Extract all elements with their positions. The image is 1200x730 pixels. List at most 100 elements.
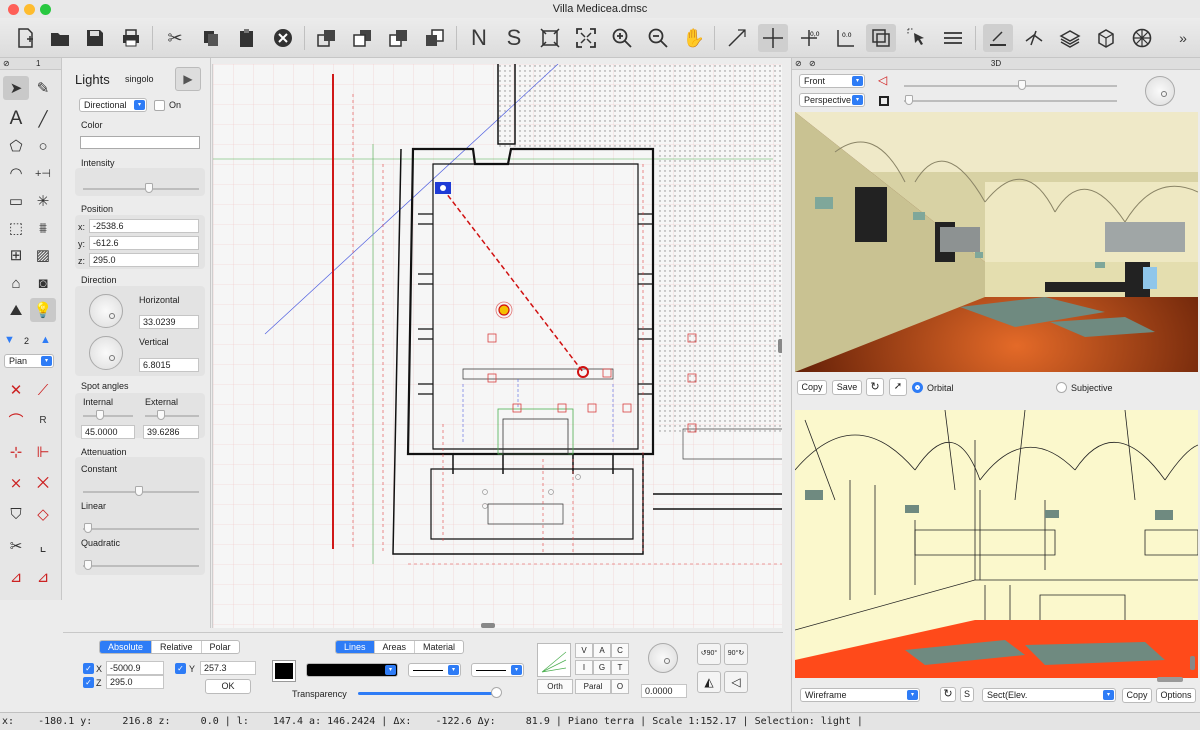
- zoom-extents-icon[interactable]: [571, 24, 601, 52]
- fov-knob[interactable]: [1145, 76, 1175, 106]
- plan-vscroll-thumb[interactable]: [778, 339, 782, 353]
- horizontal-field[interactable]: 33.0239: [139, 315, 199, 329]
- save-icon[interactable]: [80, 24, 110, 52]
- plane-tilt-icon[interactable]: [1019, 24, 1049, 52]
- rotation-knob[interactable]: [648, 643, 678, 673]
- open-folder-icon[interactable]: [45, 24, 75, 52]
- tab-relative[interactable]: Relative: [152, 641, 202, 653]
- mirror-tool-icon[interactable]: ⊿: [30, 565, 56, 589]
- sofa-tool-icon[interactable]: ⌂: [3, 271, 29, 295]
- intensity-slider[interactable]: [83, 188, 199, 190]
- cut-icon[interactable]: ✂: [160, 24, 190, 52]
- y-field[interactable]: 257.3: [200, 661, 256, 675]
- render-mode-select[interactable]: Wireframe ▾: [800, 688, 920, 702]
- plan-hscroll-thumb[interactable]: [481, 623, 495, 628]
- vertical-knob[interactable]: [89, 336, 123, 370]
- 3d-hscroll-thumb[interactable]: [1157, 677, 1183, 682]
- zoom-fit-icon[interactable]: [535, 24, 565, 52]
- north-button[interactable]: N: [464, 24, 494, 52]
- internal-thumb[interactable]: [96, 410, 104, 420]
- point-tool-icon[interactable]: ⨯: [3, 471, 29, 495]
- subjective-radio[interactable]: [1056, 382, 1067, 393]
- 3d-vscroll-thumb[interactable]: [1190, 656, 1195, 670]
- pencil-tool-icon[interactable]: ✎: [30, 76, 56, 100]
- south-button[interactable]: S: [499, 24, 529, 52]
- box-display-icon[interactable]: [879, 96, 889, 106]
- i-button[interactable]: I: [575, 660, 593, 675]
- send-back-icon[interactable]: [348, 24, 378, 52]
- options-button[interactable]: Options: [1156, 688, 1196, 703]
- layers-icon[interactable]: [938, 24, 968, 52]
- new-file-icon[interactable]: [10, 24, 40, 52]
- wireframe-view[interactable]: [795, 410, 1198, 678]
- toolbar-overflow-icon[interactable]: »: [1168, 24, 1198, 52]
- fillet-tool-icon[interactable]: ⌒: [3, 408, 29, 432]
- origin-icon[interactable]: 0,0: [794, 24, 824, 52]
- vertical-field[interactable]: 6.8015: [139, 358, 199, 372]
- zoom-window-button[interactable]: [40, 4, 51, 15]
- corner-tool-icon[interactable]: ⌞: [30, 534, 56, 558]
- circle-tool-icon[interactable]: ○: [30, 134, 56, 158]
- tab-absolute[interactable]: Absolute: [100, 641, 153, 653]
- dimension-tool-icon[interactable]: +⊣: [30, 161, 56, 185]
- bring-front-icon[interactable]: [312, 24, 342, 52]
- pos-x-field[interactable]: -2538.6: [89, 219, 199, 233]
- trim-tool-icon[interactable]: ✕: [3, 378, 29, 402]
- crosshair-icon[interactable]: [758, 24, 788, 52]
- line-icon[interactable]: [722, 24, 752, 52]
- ok-button[interactable]: OK: [205, 679, 251, 694]
- tab-material[interactable]: Material: [415, 641, 463, 653]
- projection-select[interactable]: Perspective ▾: [799, 93, 865, 107]
- hatch-preview[interactable]: [537, 643, 571, 677]
- flip-horizontal-icon[interactable]: ◭: [697, 671, 721, 693]
- copy-wire-button[interactable]: Copy: [1122, 688, 1152, 703]
- g-button[interactable]: G: [593, 660, 611, 675]
- image-tool-icon[interactable]: ⛰: [3, 298, 29, 322]
- transparency-slider[interactable]: [358, 692, 498, 695]
- render-view[interactable]: [795, 112, 1198, 372]
- on-checkbox[interactable]: [154, 100, 165, 111]
- camera-tool-icon[interactable]: ◙: [30, 271, 56, 295]
- pos-z-field[interactable]: 295.0: [89, 253, 199, 267]
- quadratic-slider[interactable]: [83, 565, 199, 567]
- a-button[interactable]: A: [593, 643, 611, 658]
- refresh-icon[interactable]: ↻: [866, 378, 884, 396]
- s-button[interactable]: S: [960, 687, 974, 702]
- offset-tool-icon[interactable]: ⊩: [30, 440, 56, 464]
- view-slider-1[interactable]: [904, 85, 1117, 87]
- plan-select[interactable]: Pian ▾: [4, 354, 54, 368]
- copy-icon[interactable]: [196, 24, 226, 52]
- wheel-icon[interactable]: [1127, 24, 1157, 52]
- pos-y-field[interactable]: -612.6: [89, 236, 199, 250]
- hatch-tool-icon[interactable]: ▨: [30, 243, 56, 267]
- cursor-icon[interactable]: ➚: [889, 378, 907, 396]
- pan-hand-icon[interactable]: ✋: [679, 24, 709, 52]
- split-tool-icon[interactable]: ⊹: [3, 440, 29, 464]
- rotate-ccw-icon[interactable]: ↺90°: [697, 643, 721, 665]
- plane-icon[interactable]: [983, 24, 1013, 52]
- 3d-close-icon[interactable]: ⊘: [795, 58, 802, 70]
- diagonal-tool-icon[interactable]: ⊿: [3, 565, 29, 589]
- floor-plan-drawing[interactable]: [213, 64, 782, 628]
- line-tool-icon[interactable]: ╱: [30, 107, 56, 131]
- external-field[interactable]: 39.6286: [143, 425, 199, 439]
- c-button[interactable]: C: [611, 643, 629, 658]
- orth-button[interactable]: Orth: [537, 679, 573, 694]
- 3d-zoom-icon[interactable]: ⊘: [809, 58, 816, 70]
- select-icon[interactable]: [902, 24, 932, 52]
- paral-button[interactable]: Paral: [575, 679, 611, 694]
- view-select[interactable]: Front ▾: [799, 74, 865, 88]
- level-up-icon[interactable]: ▲: [40, 334, 51, 346]
- delete-icon[interactable]: [268, 24, 298, 52]
- tab-polar[interactable]: Polar: [202, 641, 239, 653]
- save-button[interactable]: Save: [832, 380, 862, 395]
- group-icon[interactable]: [866, 24, 896, 52]
- external-slider[interactable]: [145, 415, 199, 417]
- star-tool-icon[interactable]: ✳: [30, 189, 56, 213]
- flip-vertical-icon[interactable]: ◁: [724, 671, 748, 693]
- section-select[interactable]: Sect(Elev. ▾: [982, 688, 1116, 702]
- intersect-tool-icon[interactable]: ⨉: [30, 471, 56, 495]
- arc-tool-icon[interactable]: ◠: [3, 161, 29, 185]
- tab-lines[interactable]: Lines: [336, 641, 375, 653]
- zoom-in-icon[interactable]: [607, 24, 637, 52]
